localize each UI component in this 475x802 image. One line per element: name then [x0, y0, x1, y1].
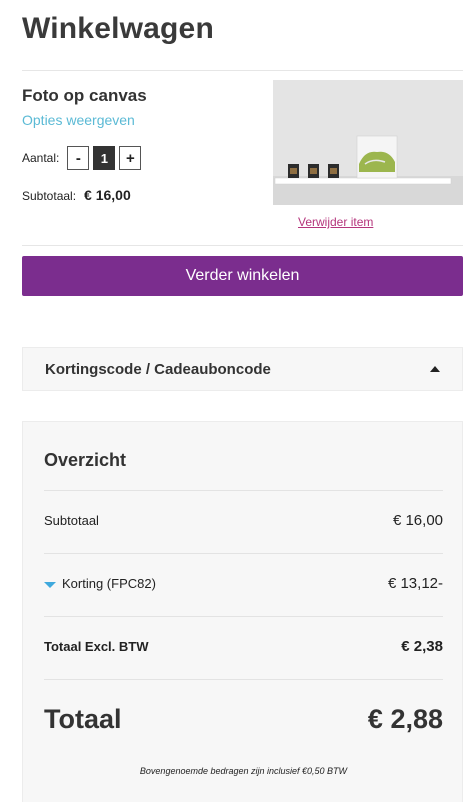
summary-title: Overzicht: [44, 450, 127, 470]
summary-divider: [44, 490, 443, 491]
order-summary: Overzicht Subtotaal € 16,00 Korting (FPC…: [22, 421, 463, 802]
product-name: Foto op canvas: [22, 86, 147, 105]
summary-excl-vat-value: € 2,38: [401, 638, 443, 655]
coupon-title: Kortingscode / Cadeauboncode: [45, 360, 271, 378]
quantity-value[interactable]: 1: [93, 146, 116, 170]
quantity-decrease-button[interactable]: -: [67, 146, 90, 170]
item-subtotal-value: € 16,00: [84, 187, 131, 203]
summary-subtotal-row: Subtotaal € 16,00: [44, 512, 443, 529]
summary-discount-label-wrap: Korting (FPC82): [44, 576, 156, 591]
quantity-increase-button[interactable]: +: [119, 146, 142, 170]
coupon-accordion[interactable]: Kortingscode / Cadeauboncode: [22, 347, 463, 391]
caret-down-icon[interactable]: [44, 581, 56, 588]
chevron-up-icon[interactable]: [430, 366, 440, 372]
summary-discount-row: Korting (FPC82) € 13,12-: [44, 575, 443, 592]
summary-discount-value: € 13,12-: [387, 575, 443, 592]
header-divider: [22, 70, 463, 71]
summary-excl-vat-row: Totaal Excl. BTW € 2,38: [44, 638, 443, 655]
summary-discount-label: Korting (FPC82): [62, 576, 156, 591]
vat-note: Bovengenoemde bedragen zijn inclusief €0…: [139, 766, 348, 776]
quantity-label: Aantal:: [22, 151, 60, 165]
show-options-link[interactable]: Opties weergeven: [22, 112, 135, 128]
quantity-stepper: Aantal: - 1 +: [22, 146, 142, 170]
page-title: Winkelwagen: [22, 12, 214, 45]
item-subtotal-label: Subtotaal:: [22, 189, 77, 203]
summary-divider: [44, 553, 443, 554]
canvas-photo-illustration: [273, 80, 463, 205]
item-subtotal: Subtotaal: € 16,00: [22, 187, 131, 203]
summary-excl-vat-label: Totaal Excl. BTW: [44, 639, 149, 654]
summary-total-value: € 2,88: [367, 704, 443, 734]
remove-item-link[interactable]: Verwijder item: [298, 215, 373, 229]
product-thumbnail[interactable]: [273, 80, 463, 205]
summary-divider: [44, 616, 443, 617]
summary-subtotal-value: € 16,00: [392, 512, 443, 529]
summary-divider: [44, 679, 443, 680]
cart-divider: [22, 245, 463, 246]
continue-shopping-button[interactable]: Verder winkelen: [22, 256, 463, 296]
summary-total-row: Totaal € 2,88: [44, 704, 443, 735]
summary-subtotal-label: Subtotaal: [44, 513, 99, 528]
summary-total-label: Totaal: [44, 704, 122, 734]
